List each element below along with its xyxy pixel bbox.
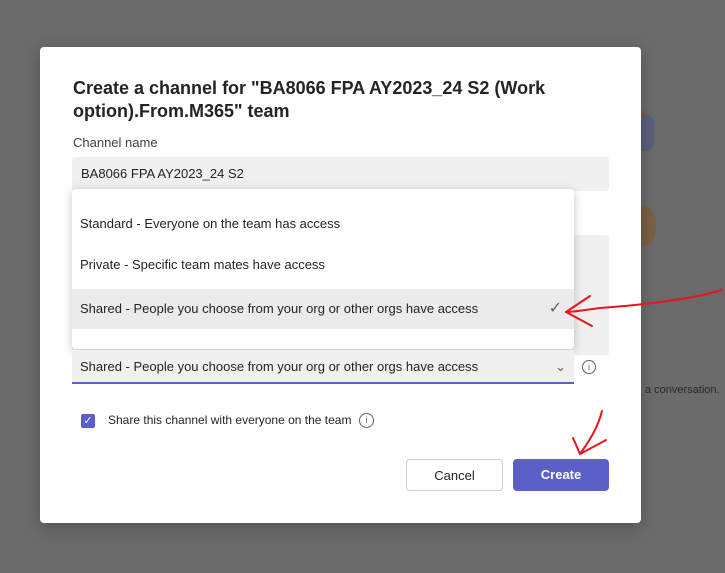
- menu-item-private[interactable]: Private - Specific team mates have acces…: [72, 245, 574, 285]
- create-channel-dialog: Create a channel for "BA8066 FPA AY2023_…: [40, 47, 641, 523]
- background-element: [640, 115, 654, 151]
- menu-item-label: Shared - People you choose from your org…: [80, 301, 479, 316]
- share-checkbox[interactable]: ✓: [81, 414, 95, 428]
- info-icon[interactable]: i: [582, 360, 596, 374]
- menu-item-standard[interactable]: Standard - Everyone on the team has acce…: [72, 204, 574, 244]
- share-checkbox-label: Share this channel with everyone on the …: [108, 413, 352, 427]
- menu-item-label: Private - Specific team mates have acces…: [80, 257, 325, 272]
- chevron-down-icon: ⌄: [555, 359, 566, 374]
- privacy-select-value: Shared - People you choose from your org…: [80, 359, 479, 374]
- channel-name-input[interactable]: BA8066 FPA AY2023_24 S2: [72, 157, 609, 191]
- channel-name-label: Channel name: [73, 135, 158, 150]
- menu-item-label: Standard - Everyone on the team has acce…: [80, 216, 341, 231]
- check-icon: ✓: [548, 300, 562, 317]
- dialog-title: Create a channel for "BA8066 FPA AY2023_…: [73, 78, 546, 121]
- background-conversation-text: a conversation.: [645, 384, 720, 396]
- menu-item-shared[interactable]: Shared - People you choose from your org…: [72, 289, 574, 329]
- cancel-button[interactable]: Cancel: [406, 459, 503, 491]
- privacy-dropdown-menu: Standard - Everyone on the team has acce…: [72, 189, 574, 349]
- info-icon[interactable]: i: [359, 413, 374, 428]
- create-button[interactable]: Create: [513, 459, 609, 491]
- privacy-select[interactable]: Shared - People you choose from your org…: [72, 350, 574, 384]
